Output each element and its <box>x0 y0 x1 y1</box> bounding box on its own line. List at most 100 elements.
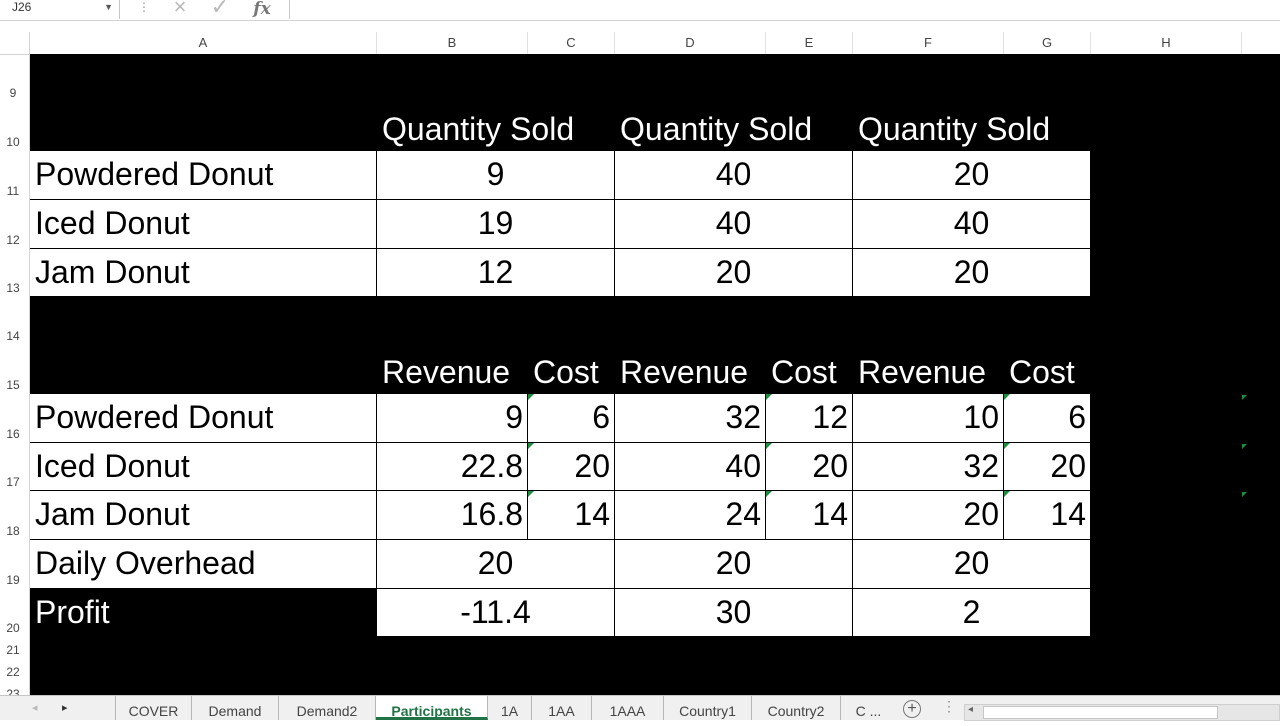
error-indicator[interactable] <box>1004 443 1010 449</box>
error-indicator[interactable] <box>766 443 772 449</box>
revenue-cell[interactable]: 40 <box>615 443 766 491</box>
row-header[interactable]: 19 <box>0 540 30 589</box>
row-header[interactable]: 22 <box>0 659 30 681</box>
row-header[interactable]: 13 <box>0 249 30 297</box>
cost-header[interactable]: Cost <box>1004 349 1091 395</box>
row-label[interactable]: Powdered Donut <box>30 394 377 443</box>
row-header[interactable]: 15 <box>0 345 30 394</box>
cost-cell[interactable]: 6 <box>1004 394 1091 443</box>
profit-cell[interactable]: 30 <box>615 589 853 637</box>
horizontal-scrollbar[interactable]: ◂ <box>964 704 1280 721</box>
row-label[interactable]: Iced Donut <box>30 200 377 249</box>
error-indicator[interactable] <box>1242 444 1247 449</box>
row-header[interactable]: 21 <box>0 637 30 659</box>
revenue-header[interactable]: Revenue <box>615 349 766 395</box>
revenue-header[interactable]: Revenue <box>853 349 1004 395</box>
overhead-cell[interactable]: 20 <box>853 540 1091 589</box>
sheet-tab[interactable]: 1A <box>488 696 532 720</box>
error-indicator[interactable] <box>528 394 534 400</box>
name-box[interactable]: J26 ▼ <box>0 0 120 19</box>
error-indicator[interactable] <box>1242 395 1247 400</box>
overhead-cell[interactable]: 20 <box>377 540 615 589</box>
row-header[interactable]: 14 <box>0 297 30 345</box>
error-indicator[interactable] <box>766 394 772 400</box>
quantity-cell[interactable]: 19 <box>377 200 615 249</box>
column-header-d[interactable]: D <box>615 32 766 54</box>
revenue-cell[interactable]: 22.8 <box>377 443 528 491</box>
revenue-cell[interactable]: 9 <box>377 394 528 443</box>
row-label[interactable]: Jam Donut <box>30 249 377 297</box>
quantity-cell[interactable]: 20 <box>853 151 1091 200</box>
error-indicator[interactable] <box>528 491 534 497</box>
add-sheet-icon[interactable]: + <box>903 700 921 718</box>
error-indicator[interactable] <box>766 491 772 497</box>
revenue-cell[interactable]: 32 <box>853 443 1004 491</box>
row-header[interactable]: 17 <box>0 443 30 491</box>
cost-cell[interactable]: 6 <box>528 394 615 443</box>
sheet-tab[interactable]: Country2 <box>752 696 841 720</box>
quantity-header[interactable]: Quantity Sold <box>377 106 615 152</box>
cost-cell[interactable]: 14 <box>1004 491 1091 540</box>
cost-cell[interactable]: 14 <box>766 491 853 540</box>
revenue-cell[interactable]: 16.8 <box>377 491 528 540</box>
quantity-cell[interactable]: 40 <box>853 200 1091 249</box>
worksheet-grid[interactable]: Quantity Sold Quantity Sold Quantity Sol… <box>30 54 1280 695</box>
sheet-tab-active[interactable]: Participants <box>376 696 488 720</box>
sheet-tab[interactable]: Country1 <box>664 696 752 720</box>
quantity-cell[interactable]: 9 <box>377 151 615 200</box>
column-header-h[interactable]: H <box>1091 32 1242 54</box>
select-all-corner[interactable] <box>0 32 30 54</box>
sheet-tab[interactable]: COVER <box>115 696 192 720</box>
cost-cell[interactable]: 20 <box>1004 443 1091 491</box>
quantity-header[interactable]: Quantity Sold <box>615 106 853 152</box>
scrollbar-thumb[interactable] <box>983 706 1218 719</box>
quantity-cell[interactable]: 20 <box>615 249 853 297</box>
error-indicator[interactable] <box>528 443 534 449</box>
insert-function-icon[interactable]: fx <box>250 0 274 20</box>
row-header[interactable]: 20 <box>0 589 30 637</box>
row-label[interactable]: Jam Donut <box>30 491 377 540</box>
row-header[interactable]: 12 <box>0 200 30 249</box>
revenue-cell[interactable]: 24 <box>615 491 766 540</box>
cost-cell[interactable]: 20 <box>766 443 853 491</box>
error-indicator[interactable] <box>1004 394 1010 400</box>
sheet-tab[interactable]: Demand <box>192 696 279 720</box>
sheet-tab[interactable]: Demand2 <box>279 696 376 720</box>
quantity-cell[interactable]: 20 <box>853 249 1091 297</box>
error-indicator[interactable] <box>1004 491 1010 497</box>
cost-cell[interactable]: 14 <box>528 491 615 540</box>
tab-split-handle[interactable]: ⋮ <box>942 698 956 715</box>
quantity-cell[interactable]: 12 <box>377 249 615 297</box>
column-header-a[interactable]: A <box>30 32 377 54</box>
cancel-icon[interactable]: × <box>168 0 192 18</box>
quantity-cell[interactable]: 40 <box>615 151 853 200</box>
error-indicator[interactable] <box>1242 492 1247 497</box>
row-label[interactable]: Powdered Donut <box>30 151 377 200</box>
cost-header[interactable]: Cost <box>766 349 853 395</box>
quantity-cell[interactable]: 40 <box>615 200 853 249</box>
quantity-header[interactable]: Quantity Sold <box>853 106 1091 152</box>
scroll-tabs-right-icon[interactable]: ▸ <box>62 701 68 714</box>
chevron-down-icon[interactable]: ▼ <box>104 0 113 15</box>
revenue-cell[interactable]: 10 <box>853 394 1004 443</box>
revenue-cell[interactable]: 32 <box>615 394 766 443</box>
revenue-cell[interactable]: 20 <box>853 491 1004 540</box>
column-header-e[interactable]: E <box>766 32 853 54</box>
column-header-b[interactable]: B <box>377 32 528 54</box>
formula-input[interactable] <box>289 0 1280 19</box>
overhead-cell[interactable]: 20 <box>615 540 853 589</box>
row-header[interactable]: 11 <box>0 151 30 200</box>
profit-label[interactable]: Profit <box>30 589 377 637</box>
row-header[interactable]: 9 <box>0 54 30 102</box>
profit-cell[interactable]: 2 <box>853 589 1091 637</box>
row-header[interactable]: 10 <box>0 102 30 151</box>
row-header[interactable]: 18 <box>0 491 30 540</box>
row-header[interactable]: 23 <box>0 681 30 695</box>
cost-cell[interactable]: 20 <box>528 443 615 491</box>
sheet-tab[interactable]: 1AAA <box>592 696 664 720</box>
profit-cell[interactable]: -11.4 <box>377 589 615 637</box>
column-header-f[interactable]: F <box>853 32 1004 54</box>
overhead-label[interactable]: Daily Overhead <box>30 540 377 589</box>
revenue-header[interactable]: Revenue <box>377 349 528 395</box>
cost-cell[interactable]: 12 <box>766 394 853 443</box>
